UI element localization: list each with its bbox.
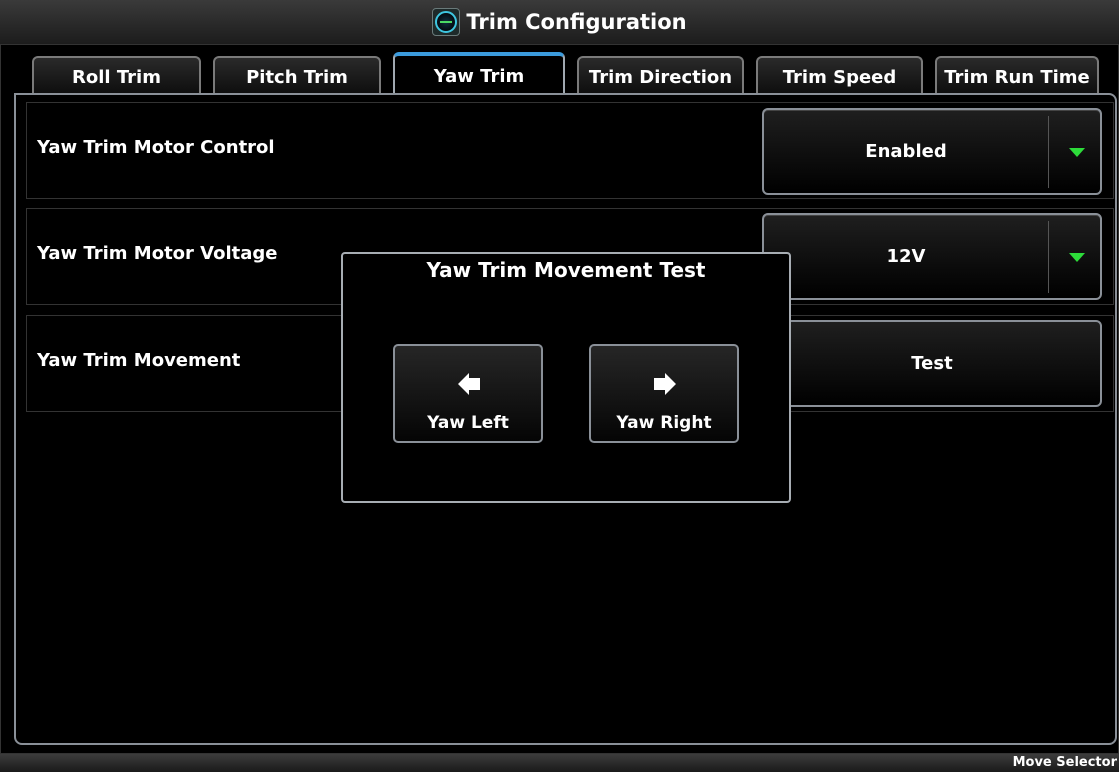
tab-pitch-trim[interactable]: Pitch Trim bbox=[213, 56, 381, 96]
dropdown-value: Enabled bbox=[865, 141, 947, 162]
chevron-down-icon[interactable] bbox=[1069, 148, 1085, 157]
tab-yaw-trim[interactable]: Yaw Trim bbox=[393, 52, 565, 96]
arrow-right-icon bbox=[654, 373, 676, 395]
movement-test-dialog: Yaw Trim Movement Test Yaw Left Yaw Righ… bbox=[341, 252, 791, 503]
row-label: Yaw Trim Motor Voltage bbox=[37, 243, 278, 264]
row-label: Yaw Trim Movement bbox=[37, 350, 241, 371]
tab-trim-direction[interactable]: Trim Direction bbox=[577, 56, 744, 96]
yaw-left-button[interactable]: Yaw Left bbox=[393, 344, 543, 443]
divider bbox=[1048, 221, 1049, 293]
yaw-right-button[interactable]: Yaw Right bbox=[589, 344, 739, 443]
trim-app-icon bbox=[432, 8, 461, 36]
yaw-left-label: Yaw Left bbox=[427, 413, 509, 433]
row-label: Yaw Trim Motor Control bbox=[37, 137, 275, 158]
status-bar: Move Selector bbox=[0, 754, 1119, 772]
status-hint: Move Selector bbox=[1012, 755, 1117, 770]
arrow-left-icon bbox=[458, 373, 480, 395]
dialog-title: Yaw Trim Movement Test bbox=[426, 258, 706, 282]
title-bar: Trim Configuration bbox=[0, 0, 1119, 44]
motor-control-dropdown[interactable]: Enabled bbox=[762, 108, 1102, 195]
tab-bar: Roll Trim Pitch Trim Yaw Trim Trim Direc… bbox=[32, 52, 1099, 96]
divider bbox=[1048, 116, 1049, 188]
tab-roll-trim[interactable]: Roll Trim bbox=[32, 56, 201, 96]
test-button[interactable]: Test bbox=[762, 320, 1102, 407]
window-title: Trim Configuration bbox=[466, 10, 687, 34]
dropdown-value: 12V bbox=[886, 246, 926, 267]
motor-voltage-dropdown[interactable]: 12V bbox=[762, 213, 1102, 300]
chevron-down-icon[interactable] bbox=[1069, 253, 1085, 262]
tab-trim-run-time[interactable]: Trim Run Time bbox=[935, 56, 1099, 96]
yaw-right-label: Yaw Right bbox=[616, 413, 712, 433]
tab-trim-speed[interactable]: Trim Speed bbox=[756, 56, 923, 96]
